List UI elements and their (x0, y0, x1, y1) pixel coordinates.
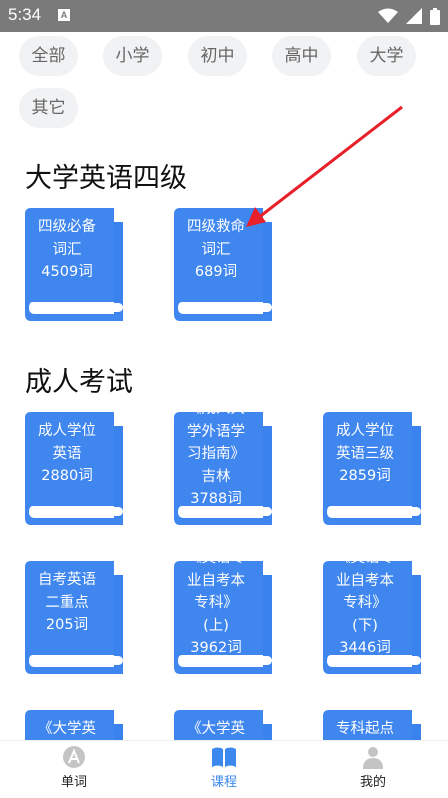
book-card[interactable]: 《大学英语自学教 (174, 710, 274, 740)
tab-mine-label: 我的 (359, 775, 386, 790)
battery-icon (430, 7, 440, 25)
book-title-line: 专科起点 (336, 721, 394, 737)
book-title: 四级救命词汇 689词 (174, 216, 258, 284)
tab-words-label: 单词 (60, 775, 87, 790)
book-title: 《英语专业自考本专科》 (上) 3962词 (174, 547, 258, 660)
book-title-line: 吉林 (201, 468, 231, 485)
book-title-line: 业自考本 (336, 572, 394, 589)
book-title-line: 习指南》 (187, 446, 245, 462)
book-title-line: 专科》 (343, 595, 387, 611)
book-card[interactable]: 《大学英语自学教 (25, 710, 125, 740)
book-card[interactable]: 自考英语二重点 205词 (25, 561, 125, 677)
tab-words[interactable]: 单词 (34, 745, 114, 797)
tab-courses-label: 课程 (210, 775, 237, 790)
book-title-line: 《大学英 (38, 721, 96, 737)
book-title-line: 二重点 (45, 594, 89, 611)
book-title: 《成人大学外语学习指南》吉林 3788词 (174, 398, 258, 511)
book-title: 《大学英语自学教 (25, 718, 109, 740)
book-title-line: 689词 (194, 264, 238, 280)
book-title: 《英语专业自考本专科》 (下) 3446词 (323, 547, 407, 660)
course-list[interactable]: 全部 小学 初中 高中 大学 其它 大学英语四级 成人考试 四级必备词汇 4509… (0, 32, 448, 740)
book-title-line: 4509词 (41, 264, 93, 280)
tab-mine[interactable]: 我的 (333, 745, 413, 797)
filter-chip-primary[interactable]: 小学 (103, 36, 162, 76)
book-title-line: 专科》 (194, 595, 238, 611)
status-bar: 5:34 A (0, 0, 448, 32)
book-title-line: 词汇 (52, 241, 82, 258)
book-title-line: 英语三级 (336, 445, 394, 462)
filter-chip-senior[interactable]: 高中 (272, 36, 331, 76)
book-title-line: 205词 (45, 617, 89, 633)
book-title-line: 2880词 (41, 468, 93, 484)
tab-courses[interactable]: 课程 (184, 745, 264, 797)
book-title-line: 学外语学 (187, 423, 245, 440)
book-card[interactable]: 专科起点升本科 (323, 710, 423, 740)
book-card[interactable]: 《英语专业自考本专科》 (上) 3962词 (174, 550, 274, 677)
book-title-line: 四级必备 (38, 219, 96, 235)
book-card[interactable]: 四级必备词汇 4509词 (25, 208, 125, 324)
book-title-line: 成人学位 (336, 423, 394, 439)
notification-a-icon: A (58, 9, 70, 21)
book-card[interactable]: 四级救命词汇 689词 (174, 208, 274, 324)
book-title-line: 3446词 (339, 640, 391, 656)
status-time: 5:34 (8, 5, 42, 24)
book-title-line: 成人学位 (38, 423, 96, 439)
filter-chip-university[interactable]: 大学 (357, 36, 416, 76)
book-title-line: (下) (352, 617, 378, 634)
status-icons (378, 7, 440, 25)
book-open-icon (212, 747, 236, 767)
book-card[interactable]: 《英语专业自考本专科》 (下) 3446词 (323, 550, 423, 677)
filter-chip-junior[interactable]: 初中 (188, 36, 247, 76)
book-title-line: 业自考本 (187, 572, 245, 589)
book-title-line: 四级救命 (187, 219, 245, 235)
section-title-cet4: 大学英语四级 (25, 163, 187, 194)
book-card[interactable]: 《成人大学外语学习指南》吉林 3788词 (174, 401, 274, 528)
book-title: 四级必备词汇 4509词 (25, 216, 109, 284)
signal-icon (406, 8, 422, 24)
book-title-line: 3962词 (190, 640, 242, 656)
book-title-line: 英语 (52, 445, 82, 462)
a-icon (63, 746, 85, 768)
book-title-line: 《成人大 (187, 401, 245, 417)
bottom-tab-bar: 单词 课程 我的 (0, 740, 448, 798)
filter-chip-other[interactable]: 其它 (19, 88, 78, 128)
filter-chip-all[interactable]: 全部 (19, 36, 78, 76)
book-title-line: 词汇 (201, 241, 231, 258)
book-title-line: 《英语专 (336, 550, 394, 566)
book-title-line: (上) (203, 617, 229, 634)
book-title-line: 自考英语 (38, 572, 96, 588)
book-title-line: 《英语专 (187, 550, 245, 566)
book-title-line: 2859词 (339, 468, 391, 484)
book-title: 自考英语二重点 205词 (25, 569, 109, 637)
book-title-line: 3788词 (190, 491, 242, 507)
section-title-adult-exam: 成人考试 (25, 367, 133, 398)
book-title-line: 《大学英 (187, 721, 245, 737)
person-icon (363, 747, 383, 769)
book-title: 成人学位英语三级 2859词 (323, 420, 407, 488)
wifi-icon (378, 8, 398, 23)
book-title: 专科起点升本科 (323, 718, 407, 740)
book-title: 成人学位英语 2880词 (25, 420, 109, 488)
book-title: 《大学英语自学教 (174, 718, 258, 740)
book-card[interactable]: 成人学位英语三级 2859词 (323, 412, 423, 528)
book-card[interactable]: 成人学位英语 2880词 (25, 412, 125, 528)
